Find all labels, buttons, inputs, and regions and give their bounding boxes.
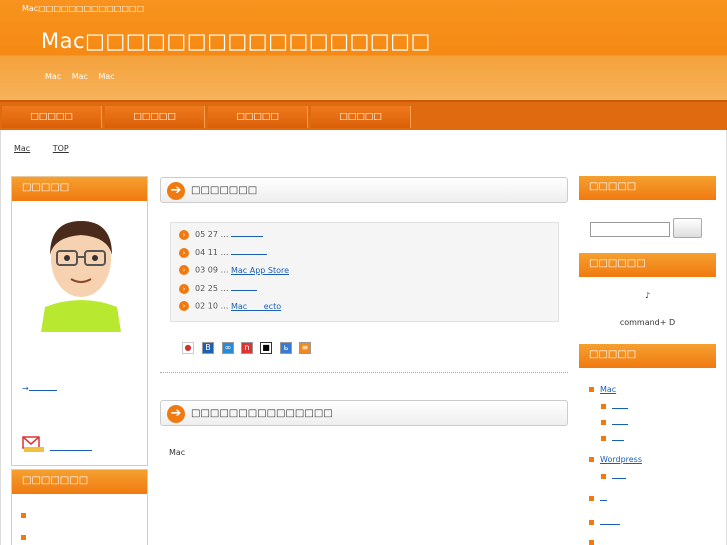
about-text: Mac	[169, 448, 186, 457]
link-icon[interactable]: ∞	[222, 342, 234, 354]
profile-link[interactable]	[28, 383, 57, 391]
category-item[interactable]	[600, 433, 624, 443]
right-category-box: □□□□□ Mac Wordpress	[579, 344, 716, 545]
news-link[interactable]: Mac ecto	[231, 302, 293, 311]
bookmark-b-icon[interactable]: B	[202, 342, 214, 354]
category-item[interactable]	[588, 517, 620, 527]
bullet-icon	[588, 519, 595, 526]
search-box: □□□□□	[579, 176, 716, 252]
delicious-icon[interactable]: ■	[260, 342, 272, 354]
news-list: › 05 27 … › 04 11 … › 03 09 … Mac App Store…	[170, 222, 559, 322]
bullet-icon	[600, 403, 607, 410]
rss-icon[interactable]: ≡	[299, 342, 311, 354]
header-tagline: Mac□□□□□□□□□□□□□□	[22, 4, 145, 13]
news-link[interactable]: Mac App Store	[231, 266, 335, 275]
list-item: › 04 11 …	[179, 247, 267, 261]
nav-item-4[interactable]: □□□□□	[311, 106, 411, 128]
left-category-title: □□□□□□□	[12, 470, 147, 494]
breadcrumb: Mac TOP	[14, 144, 69, 153]
bullet-arrow-icon: ›	[179, 301, 189, 311]
profile-link-arrow: →	[22, 384, 29, 393]
bullet-arrow-icon: ›	[179, 283, 189, 294]
list-item: › 03 09 … Mac App Store	[179, 265, 335, 279]
bullet-arrow-icon: ›	[179, 229, 189, 240]
arrow-right-icon: ➔	[167, 182, 185, 200]
news-link[interactable]	[231, 247, 267, 255]
bullet-icon	[588, 456, 595, 463]
bookmark-shortcut: command+ D	[619, 318, 676, 327]
bullet-icon	[588, 539, 595, 545]
bullet-arrow-icon: ›	[179, 265, 189, 275]
bookmark-note: ♪	[644, 291, 651, 300]
news-link[interactable]	[231, 229, 263, 237]
contact-link[interactable]	[50, 443, 92, 451]
news-link[interactable]	[231, 283, 257, 291]
global-nav: □□□□□ □□□□□ □□□□□ □□□□□	[0, 100, 727, 130]
list-item: › 05 27 …	[179, 229, 263, 243]
arrow-right-icon: ➔	[167, 405, 185, 423]
category-item[interactable]	[588, 537, 612, 545]
news-title: □□□□□□□	[191, 185, 258, 196]
site-title[interactable]: Mac□□□□□□□□□□□□□□□□□	[41, 29, 431, 53]
nav-item-1[interactable]: □□□□□	[2, 106, 102, 128]
breadcrumb-current[interactable]: TOP	[53, 144, 69, 153]
nav-item-3[interactable]: □□□□□	[208, 106, 308, 128]
bullet-icon	[20, 534, 27, 541]
mail-icon[interactable]	[22, 435, 46, 453]
newsing-icon[interactable]: n	[241, 342, 253, 354]
site-description: Mac Mac Mac	[45, 72, 115, 81]
bullet-icon	[588, 495, 595, 502]
nav-item-2[interactable]: □□□□□	[105, 106, 205, 128]
profile-title: □□□□□	[12, 177, 147, 201]
news-heading: ➔ □□□□□□□	[160, 177, 568, 203]
about-heading: ➔ □□□□□□□□□□□□□□□	[160, 400, 568, 426]
livedoor-icon[interactable]: ь	[280, 342, 292, 354]
bookmark-box: □□□□□□ ♪ command+ D	[579, 253, 716, 339]
bullet-arrow-icon: ›	[179, 247, 189, 258]
bullet-icon	[588, 386, 595, 393]
profile-avatar	[23, 215, 139, 332]
divider	[160, 372, 568, 373]
hatena-icon[interactable]: ●	[182, 342, 194, 354]
left-category-item[interactable]	[20, 532, 46, 542]
category-item[interactable]	[600, 401, 628, 411]
about-title: □□□□□□□□□□□□□□□	[191, 408, 333, 419]
list-item: › 02 25 …	[179, 283, 257, 297]
list-item: › 02 10 … Mac ecto	[179, 301, 293, 315]
category-item[interactable]: Wordpress	[588, 455, 642, 464]
bookmark-title: □□□□□□	[579, 253, 716, 277]
left-category-box: □□□□□□□	[11, 469, 148, 545]
breadcrumb-home[interactable]: Mac	[14, 144, 30, 153]
category-item[interactable]	[588, 493, 607, 503]
profile-box: □□□□□ →	[11, 176, 148, 466]
search-button[interactable]	[673, 218, 702, 238]
bullet-icon	[20, 512, 27, 519]
search-input[interactable]	[590, 222, 670, 237]
bullet-icon	[600, 419, 607, 426]
category-item[interactable]: Mac	[588, 385, 616, 394]
site-header: Mac□□□□□□□□□□□□□□ Mac□□□□□□□□□□□□□□□□□ M…	[0, 0, 727, 100]
search-title: □□□□□	[579, 176, 716, 200]
bullet-icon	[600, 435, 607, 442]
category-item[interactable]	[600, 417, 628, 427]
bullet-icon	[600, 473, 607, 480]
profile-link-row: →	[22, 383, 57, 393]
right-category-title: □□□□□	[579, 344, 716, 368]
left-category-item[interactable]	[20, 510, 52, 520]
category-item[interactable]	[600, 471, 626, 481]
